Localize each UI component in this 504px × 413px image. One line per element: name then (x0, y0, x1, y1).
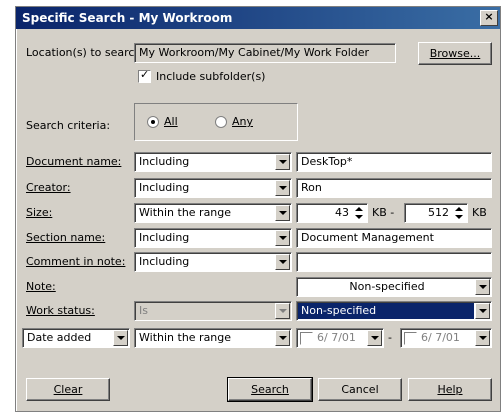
size-min-unit: KB - (372, 206, 395, 219)
include-subfolders-label: Include subfolder(s) (156, 70, 266, 83)
work-status-select[interactable]: Non-specified (296, 301, 492, 321)
comment-input[interactable] (296, 252, 492, 272)
section-name-op-select[interactable]: Including (134, 228, 292, 248)
document-name-op-select[interactable]: Including (134, 152, 292, 172)
comment-op-select[interactable]: Including (134, 252, 292, 272)
chevron-down-icon[interactable] (275, 154, 290, 170)
date-to-value: 6/ 7/01 (421, 331, 460, 344)
date-field-value: Date added (27, 331, 92, 344)
creator-op-select[interactable]: Including (134, 178, 292, 198)
title-bar: Specific Search - My Workroom × (16, 7, 500, 29)
chevron-down-icon (275, 303, 290, 319)
search-label: Search (251, 383, 289, 396)
chevron-down-icon[interactable] (275, 230, 290, 246)
window-title: Specific Search - My Workroom (22, 11, 233, 25)
section-name-label: Section name: (26, 231, 106, 244)
clear-button[interactable]: Clear (26, 378, 110, 401)
work-status-value: Non-specified (298, 303, 474, 319)
location-label: Location(s) to search: (26, 46, 146, 59)
browse-button[interactable]: Browse... (418, 42, 492, 65)
radio-all[interactable] (147, 116, 159, 128)
work-status-op-select: Is (134, 301, 292, 321)
document-name-label: Document name: (26, 155, 122, 168)
chevron-down-icon[interactable] (113, 330, 128, 346)
search-button[interactable]: Search (227, 377, 313, 402)
document-name-input[interactable]: DeskTop* (296, 152, 492, 172)
chevron-down-icon[interactable] (475, 330, 490, 346)
cancel-button[interactable]: Cancel (318, 378, 402, 401)
section-name-input[interactable]: Document Management (296, 228, 492, 248)
date-range-separator: - (388, 331, 392, 344)
comment-op-value: Including (139, 255, 190, 268)
cancel-label: Cancel (341, 383, 379, 396)
document-name-op-value: Including (139, 155, 190, 168)
help-label: Help (437, 383, 463, 396)
radio-any-label: Any (232, 115, 254, 128)
close-icon[interactable]: × (480, 10, 498, 26)
radio-any[interactable] (215, 116, 227, 128)
date-from-value: 6/ 7/01 (317, 331, 356, 344)
creator-input[interactable]: Ron (296, 178, 492, 198)
chevron-down-icon[interactable] (275, 205, 290, 221)
work-status-label: Work status: (26, 304, 95, 317)
spinner-icon[interactable] (452, 205, 466, 221)
size-max-unit: KB (472, 206, 487, 219)
size-op-select[interactable]: Within the range (134, 203, 292, 223)
chevron-down-icon[interactable] (275, 330, 290, 346)
size-op-value: Within the range (139, 206, 232, 219)
comment-label: Comment in note: (26, 255, 126, 268)
date-field-select[interactable]: Date added (22, 328, 130, 348)
section-name-op-value: Including (139, 231, 190, 244)
date-op-select[interactable]: Within the range (134, 328, 292, 348)
chevron-down-icon[interactable] (275, 254, 290, 270)
size-label: Size: (26, 206, 53, 219)
creator-label: Creator: (26, 181, 71, 194)
search-criteria-label: Search criteria: (26, 119, 111, 132)
chevron-down-icon[interactable] (475, 279, 490, 295)
size-max-stepper[interactable]: 512 (404, 203, 468, 223)
note-select[interactable]: Non-specified (296, 277, 492, 297)
date-from-checkbox[interactable] (300, 332, 313, 345)
size-min-value: 43 (335, 206, 349, 219)
note-value: Non-specified (349, 280, 425, 293)
spinner-icon[interactable] (352, 205, 366, 221)
include-subfolders-checkbox[interactable] (138, 68, 151, 83)
date-to-checkbox[interactable] (404, 332, 417, 345)
date-op-value: Within the range (139, 331, 232, 344)
size-min-stepper[interactable]: 43 (296, 203, 368, 223)
chevron-down-icon[interactable] (367, 330, 382, 346)
work-status-op-value: Is (139, 304, 148, 317)
creator-op-value: Including (139, 181, 190, 194)
radio-all-label: All (164, 115, 178, 128)
size-max-value: 512 (428, 206, 449, 219)
clear-label: Clear (53, 383, 83, 396)
location-field: My Workroom/My Cabinet/My Work Folder (134, 43, 396, 63)
chevron-down-icon[interactable] (275, 180, 290, 196)
chevron-down-icon[interactable] (475, 303, 490, 319)
browse-label: Browse... (429, 47, 481, 60)
note-label: Note: (26, 280, 56, 293)
specific-search-dialog: Specific Search - My Workroom × Location… (15, 6, 501, 412)
help-button[interactable]: Help (408, 378, 492, 401)
